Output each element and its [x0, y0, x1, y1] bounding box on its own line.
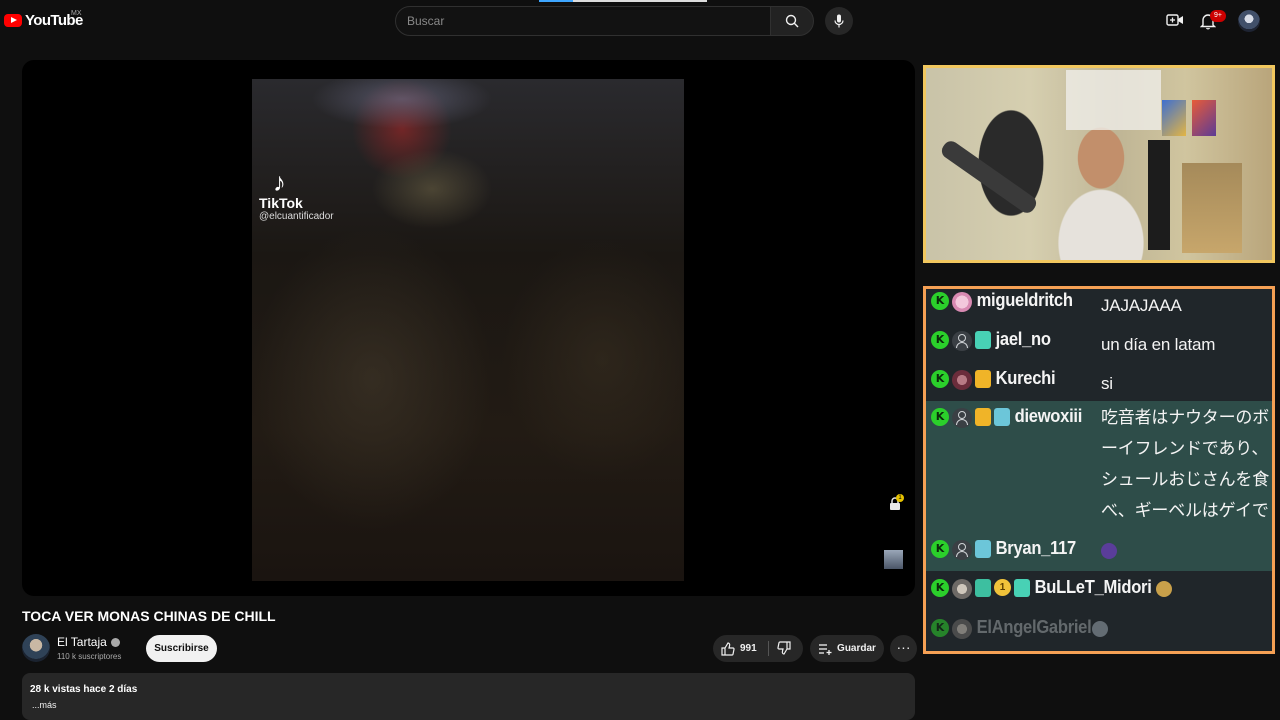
chat-message: K diewoxiii 吃音者はナウターのボーイフレンドであり、シュールおじさん… [926, 401, 1272, 551]
views-and-date: 28 k vistas hace 2 días [30, 684, 138, 695]
youtube-logo[interactable]: YouTube MX [4, 10, 83, 29]
top-bar: YouTube MX Buscar 9+ [0, 0, 1280, 44]
user-avatar [952, 579, 972, 599]
kick-icon: K [931, 619, 949, 637]
chat-text: JAJAJAAA [1101, 296, 1182, 315]
like-count: 991 [740, 643, 757, 654]
webcam-poster [1192, 100, 1216, 136]
channel-name-row[interactable]: El Tartaja [57, 635, 120, 649]
lock-badge: 1 [896, 494, 904, 502]
chat-message: K 1 BuLLeT_Midori [926, 576, 1272, 606]
tiktok-handle: @elcuantificador [259, 211, 334, 222]
thumbs-down-icon[interactable] [777, 641, 791, 655]
like-dislike-group: 991 [713, 635, 803, 662]
chat-username: Kurechi [995, 368, 1056, 388]
chat-username: jael_no [995, 329, 1051, 349]
description-box[interactable]: 28 k vistas hace 2 días ...más [22, 673, 915, 720]
chat-username: ElAngelGabriel [976, 617, 1092, 637]
tiktok-brand: TikTok [259, 195, 303, 211]
video-title: TOCA VER MONAS CHINAS DE CHILL [22, 608, 276, 624]
kick-icon: K [931, 408, 949, 426]
verified-icon [110, 637, 120, 647]
user-avatar [952, 540, 972, 560]
subscriber-count: 110 k suscriptores [57, 652, 122, 661]
chat-username: diewoxiii [1014, 406, 1083, 426]
kick-icon: K [931, 292, 949, 310]
webcam-poster [1162, 100, 1186, 136]
channel-watermark[interactable] [884, 550, 903, 569]
like-button[interactable]: 991 [721, 635, 757, 662]
show-more-link[interactable]: ...más [32, 700, 907, 710]
loading-bar [539, 0, 707, 2]
kick-icon: K [931, 579, 949, 597]
webcam-overlay [923, 65, 1275, 263]
chat-message: K Kurechi si [926, 367, 1272, 395]
search-input[interactable]: Buscar [395, 6, 771, 36]
save-playlist-icon [819, 643, 832, 655]
chat-message: K ElAngelGabriel [926, 616, 1272, 646]
chat-text: un día en latam [1101, 335, 1216, 354]
chat-username: BuLLeT_Midori [1034, 577, 1152, 597]
chat-message: K migueldritch JAJAJAAA [926, 289, 1272, 317]
youtube-play-icon [4, 14, 22, 27]
more-actions-button[interactable]: ··· [890, 635, 917, 662]
chat-username: migueldritch [976, 290, 1073, 310]
microphone-icon [834, 14, 844, 28]
chat-text: si [1101, 374, 1113, 393]
create-button[interactable] [1166, 12, 1184, 33]
user-avatar [952, 408, 972, 428]
tiktok-logo-icon: ♪ [273, 167, 286, 197]
video-player[interactable]: ♪ TikTok @elcuantificador 1 [22, 60, 915, 596]
emote-icon [1091, 621, 1108, 637]
webcam-shelf [1066, 70, 1161, 130]
tiktok-watermark: ♪ TikTok @elcuantificador [259, 169, 334, 223]
channel-name[interactable]: El Tartaja [57, 635, 107, 649]
save-button[interactable]: Guardar [810, 635, 884, 662]
channel-avatar[interactable] [22, 634, 50, 662]
chat-username: Bryan_117 [995, 538, 1077, 558]
emote-icon [1156, 581, 1173, 597]
search-button[interactable] [770, 6, 814, 36]
subscribe-button[interactable]: Suscribirse [146, 635, 217, 662]
chat-message: K jael_no un día en latam [926, 328, 1272, 356]
voice-search-button[interactable] [825, 7, 853, 35]
crown-badge-icon [975, 370, 991, 388]
kick-icon: K [931, 370, 949, 388]
user-avatar [952, 619, 972, 639]
webcam-cat-tower [1182, 163, 1242, 253]
notification-count-badge: 9+ [1210, 10, 1226, 22]
save-label: Guardar [837, 643, 876, 654]
coin-badge-icon: 1 [994, 579, 1011, 596]
like-divider [768, 641, 769, 656]
thumbs-up-icon [721, 641, 735, 656]
emote-icon [1101, 542, 1117, 559]
user-avatar [952, 331, 972, 351]
webcam-microphone [938, 138, 1040, 216]
user-avatar [952, 292, 972, 312]
gift-badge-icon [975, 331, 991, 349]
chat-message: K Bryan_117 [926, 529, 1272, 571]
gg-badge-icon [975, 579, 991, 597]
country-code: MX [71, 10, 82, 17]
video-frame[interactable]: ♪ TikTok @elcuantificador [252, 79, 684, 581]
subscriber-badge-icon [975, 540, 991, 558]
search-icon [785, 14, 799, 28]
account-avatar[interactable] [1238, 10, 1260, 32]
crown-badge-icon [975, 408, 991, 426]
subscriber-badge-icon [994, 408, 1010, 426]
kick-icon: K [931, 540, 949, 558]
create-video-icon [1166, 14, 1183, 26]
chat-emote [1101, 538, 1272, 562]
chat-overlay: K migueldritch JAJAJAAA K jael_no un día… [923, 286, 1275, 654]
kick-icon: K [931, 331, 949, 349]
webcam-guitar-case [1148, 140, 1170, 250]
gift-badge-icon [1014, 579, 1030, 597]
user-avatar [952, 370, 972, 390]
